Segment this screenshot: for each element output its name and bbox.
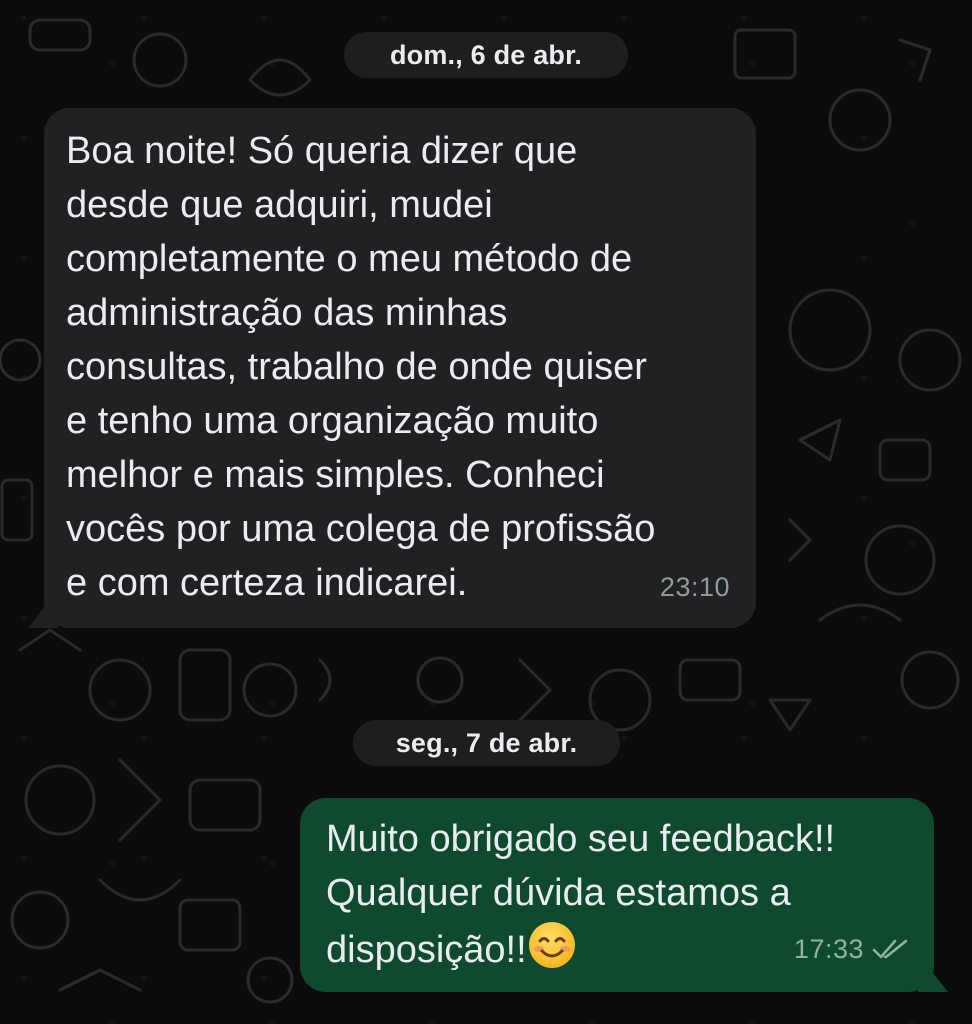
double-check-icon bbox=[872, 939, 908, 959]
date-separator: seg., 7 de abr. bbox=[353, 720, 620, 766]
incoming-message-bubble[interactable]: Boa noite! Só queria dizer que desde que… bbox=[44, 108, 756, 628]
message-meta: 17:33 bbox=[794, 922, 910, 976]
outgoing-message-bubble[interactable]: Muito obrigado seu feedback!! Qualquer d… bbox=[300, 798, 934, 992]
date-separator: dom., 6 de abr. bbox=[344, 32, 628, 78]
message-text: Boa noite! Só queria dizer que desde que… bbox=[66, 130, 656, 604]
chat-background: dom., 6 de abr. Boa noite! Só queria diz… bbox=[0, 0, 972, 1024]
smiling-face-emoji bbox=[528, 922, 575, 968]
message-timestamp: 17:33 bbox=[793, 934, 864, 964]
message-text: Muito obrigado seu feedback!! Qualquer d… bbox=[326, 818, 836, 971]
message-meta: 23:10 bbox=[660, 560, 730, 614]
message-timestamp: 23:10 bbox=[659, 572, 730, 602]
